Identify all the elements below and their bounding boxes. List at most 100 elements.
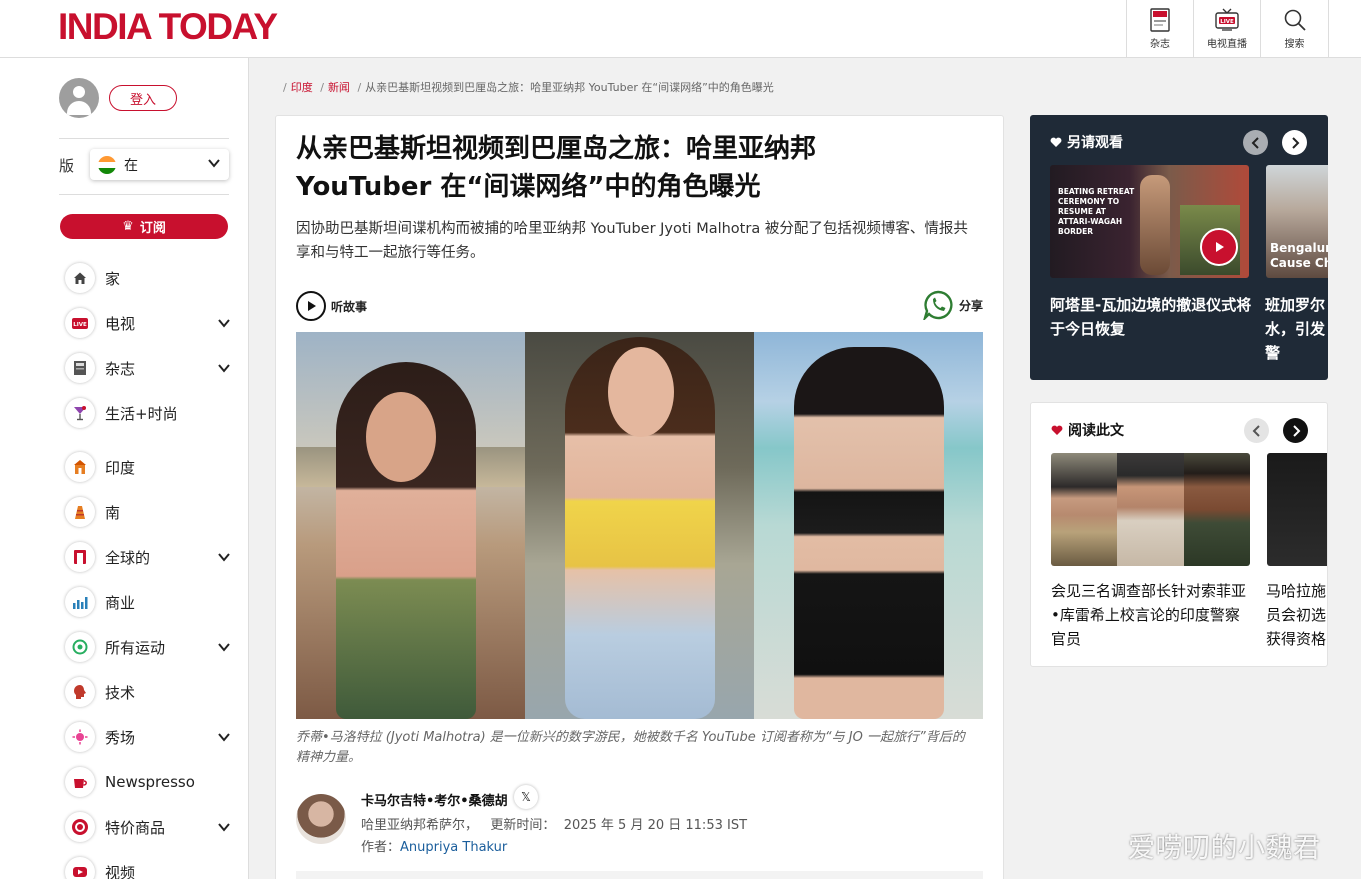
article-summary: 因协助巴基斯坦间谍机构而被捕的哈里亚纳邦 YouTuber Jyoti Malh… [296, 221, 968, 261]
read-this-title: 阅读此文 [1068, 423, 1124, 439]
listen-button[interactable]: 听故事 [296, 291, 367, 321]
whatsapp-icon [923, 290, 953, 320]
article-title: 从亲巴基斯坦视频到巴厘岛之旅：哈里亚纳邦 YouTuber 在“间谍网络”中的角… [296, 130, 986, 206]
divider [59, 138, 229, 139]
article-title-link[interactable]: 会见三名调查部长针对索菲亚•库雷希上校言论的印度警察官员 [1051, 579, 1253, 651]
title-line: 从亲巴基斯坦视频到巴厘岛之旅：哈里亚纳邦 [296, 134, 817, 164]
video-title-link[interactable]: 班加罗尔水，引发警 [1265, 293, 1328, 365]
sidebar-nav-item[interactable]: 南 [65, 495, 235, 529]
hero-photo-middle [525, 332, 754, 719]
x-twitter-icon[interactable]: 𝕏 [514, 785, 538, 809]
watermark: 爱唠叨的小魏君 [1128, 833, 1321, 864]
chevron-right-icon [1292, 424, 1300, 437]
video-title-link[interactable]: 阿塔里-瓦加边境的撤退仪式将于今日恢复 [1050, 293, 1252, 341]
sidebar-nav-item[interactable]: 杂志 [65, 351, 235, 385]
sidebar-nav-label: 所有运动 [105, 638, 166, 657]
share-label: 分享 [958, 298, 983, 313]
sidebar-nav-item[interactable]: 技术 [65, 675, 235, 709]
dateline: 哈里亚纳邦希萨尔， 更新时间： 2025 年 5 月 20 日 11:53 IS… [361, 814, 747, 833]
writer-label: 作者： [361, 840, 401, 855]
edition-value: 在 [124, 157, 138, 174]
breadcrumb-link[interactable]: 新闻 [328, 81, 350, 94]
sidebar-nav-item[interactable]: 秀场 [65, 720, 235, 754]
sidebar-nav-item[interactable]: 生活+时尚 [65, 396, 235, 430]
sidebar-nav-label: 生活+时尚 [105, 404, 178, 423]
sidebar-nav-label: 南 [105, 503, 121, 522]
carousel-next-button[interactable] [1282, 130, 1307, 155]
author-name[interactable]: 卡马尔吉特•考尔•桑德胡 [361, 790, 508, 809]
login-button[interactable]: 登入 [109, 85, 177, 111]
sidebar-nav-label: 印度 [105, 458, 136, 477]
india-icon [65, 452, 95, 482]
business-chart-icon [65, 587, 95, 617]
sidebar-nav-label: 杂志 [105, 359, 136, 378]
deals-icon [65, 812, 95, 842]
magazine-button[interactable]: 杂志 [1126, 0, 1193, 57]
chevron-right-icon [1291, 136, 1299, 149]
sidebar-nav-label: 家 [105, 269, 121, 288]
author-avatar[interactable] [296, 794, 346, 844]
subscribe-label: 订阅 [139, 221, 166, 236]
writer-link[interactable]: Anupriya Thakur [400, 840, 507, 855]
share-button[interactable]: 分享 [923, 290, 983, 320]
magazine-icon [65, 353, 95, 383]
india-flag-icon [98, 155, 116, 174]
article-thumbnail[interactable] [1267, 453, 1327, 566]
sidebar-nav-label: 秀场 [105, 728, 136, 747]
breadcrumb-link[interactable]: 印度 [291, 81, 313, 94]
video-thumbnail[interactable]: Bengaluru Cause Cha [1266, 165, 1328, 278]
chevron-down-icon[interactable] [217, 641, 231, 653]
carousel-prev-button[interactable] [1244, 418, 1269, 443]
live-tv-label: 电视直播 [1207, 39, 1247, 50]
edition-select[interactable]: 在 [90, 149, 229, 180]
thumb-headline: Bengaluru Cause Cha [1270, 241, 1328, 270]
subscribe-button[interactable]: ♛ 订阅 [60, 214, 228, 239]
search-button[interactable]: 搜索 [1260, 0, 1329, 57]
hero-photo-left [296, 332, 525, 719]
play-icon [296, 291, 326, 321]
article-byline: 卡马尔吉特•考尔•桑德胡 𝕏 哈里亚纳邦希萨尔， 更新时间： 2025 年 5 … [296, 785, 986, 860]
divider [59, 194, 229, 195]
showbiz-icon [65, 722, 95, 752]
carousel-prev-button[interactable] [1243, 130, 1268, 155]
updated-label: 更新时间： [490, 818, 556, 833]
card-footer-strip [296, 871, 983, 879]
chevron-down-icon[interactable] [217, 317, 231, 329]
chevron-down-icon[interactable] [217, 821, 231, 833]
edition-label: 版 [59, 157, 75, 175]
sidebar-nav-item[interactable]: 家 [65, 261, 235, 295]
sidebar-nav-item[interactable]: 特价商品 [65, 810, 235, 844]
chevron-down-icon [208, 159, 220, 168]
read-this-heading: 阅读此文 [1051, 420, 1124, 440]
sidebar-nav-item[interactable]: 全球的 [65, 540, 235, 574]
sidebar-nav-item[interactable]: 印度 [65, 450, 235, 484]
sidebar-nav-label: Newspresso [105, 773, 195, 791]
site-logo[interactable]: INDIA TODAY [58, 6, 278, 48]
heart-icon [1050, 137, 1062, 147]
location: 哈里亚纳邦希萨尔， [361, 818, 479, 833]
sidebar-nav-item[interactable]: 所有运动 [65, 630, 235, 664]
user-avatar-icon[interactable] [59, 78, 99, 118]
video-thumbnail[interactable]: BEATING RETREAT CEREMONY TO RESUME AT AT… [1050, 165, 1249, 278]
article-hero-image [296, 332, 983, 719]
sidebar-nav-item[interactable]: Newspresso [65, 765, 235, 799]
also-watch-title: 另请观看 [1067, 135, 1123, 151]
chevron-down-icon[interactable] [217, 731, 231, 743]
sports-icon [65, 632, 95, 662]
sidebar-nav-label: 视频 [105, 863, 136, 879]
sidebar-nav-item[interactable]: LIVE 电视 [65, 306, 235, 340]
article-card: 从亲巴基斯坦视频到巴厘岛之旅：哈里亚纳邦 YouTuber 在“间谍网络”中的角… [275, 115, 1004, 879]
chevron-down-icon[interactable] [217, 362, 231, 374]
svg-text:LIVE: LIVE [73, 322, 87, 328]
chevron-down-icon[interactable] [217, 551, 231, 563]
article-title-link[interactable]: 马哈拉施员会初选获得资格 [1266, 579, 1327, 651]
search-label: 搜索 [1284, 39, 1305, 50]
carousel-next-button[interactable] [1283, 418, 1308, 443]
heart-icon [1051, 425, 1063, 435]
article-thumbnail[interactable] [1051, 453, 1250, 566]
sidebar-nav-item[interactable]: 视频 [65, 855, 235, 879]
world-icon [65, 542, 95, 572]
also-watch-panel: 另请观看 BEATING RETREAT CEREMONY TO RESUME … [1030, 115, 1328, 380]
live-tv-button[interactable]: LIVE 电视直播 [1193, 0, 1260, 57]
sidebar-nav-item[interactable]: 商业 [65, 585, 235, 619]
